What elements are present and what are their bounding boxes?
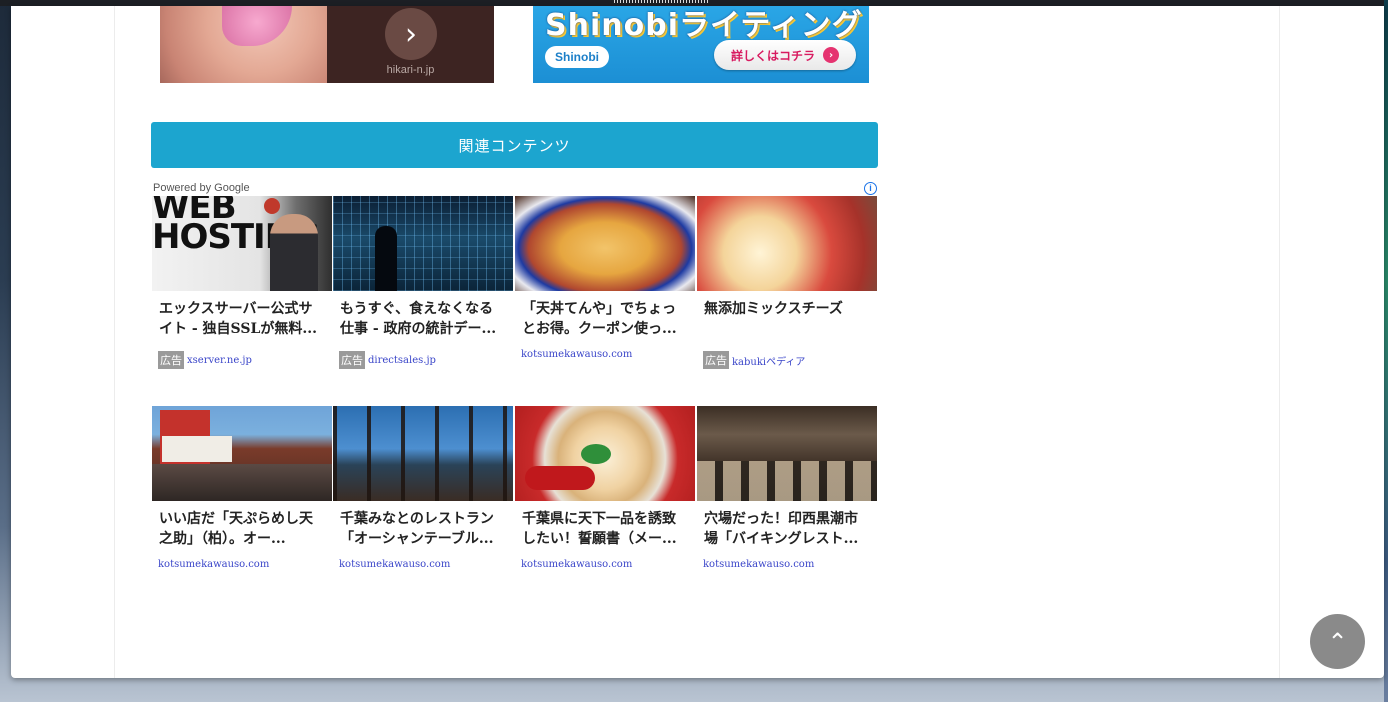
ad-domain: hikari-n.jp bbox=[386, 64, 435, 76]
powered-by-google: Powered by Google bbox=[153, 182, 250, 194]
related-item[interactable]: 千葉みなとのレストラン「オーシャンテーブル... kotsumekawauso.… bbox=[333, 406, 513, 570]
item-thumbnail[interactable] bbox=[515, 406, 695, 501]
item-thumbnail[interactable] bbox=[697, 406, 877, 501]
item-thumbnail[interactable] bbox=[333, 196, 513, 291]
ad-cta-label: 詳しくはコチラ bbox=[730, 48, 815, 63]
ad-image bbox=[160, 6, 327, 83]
related-item[interactable]: もうすぐ、食えなくなる仕事 - 政府の統計デー... 広告 directsale… bbox=[333, 196, 513, 369]
item-thumbnail[interactable] bbox=[697, 196, 877, 291]
item-thumbnail[interactable] bbox=[515, 196, 695, 291]
item-meta: kotsumekawauso.com bbox=[521, 349, 689, 360]
shinobi-logo: Shinobi bbox=[545, 46, 609, 68]
item-source[interactable]: kotsumekawauso.com bbox=[521, 349, 632, 360]
item-meta: kotsumekawauso.com bbox=[339, 559, 507, 570]
item-thumbnail[interactable] bbox=[152, 406, 332, 501]
ad-banner-hikari[interactable]: › hikari-n.jp bbox=[160, 6, 494, 83]
related-item[interactable]: いい店だ「天ぷらめし天之助」（柏）。オー... kotsumekawauso.c… bbox=[152, 406, 332, 570]
item-title[interactable]: 「天丼てんや」でちょっとお得。クーポン使っ... bbox=[522, 299, 688, 339]
content-column-border-left bbox=[114, 6, 115, 678]
related-item[interactable]: 「天丼てんや」でちょっとお得。クーポン使っ... kotsumekawauso.… bbox=[515, 196, 695, 360]
chevron-right-icon[interactable]: › bbox=[385, 8, 437, 60]
item-meta: kotsumekawauso.com bbox=[158, 559, 326, 570]
item-meta: 広告 xserver.ne.jp bbox=[158, 351, 326, 369]
item-source[interactable]: kabukiペディア bbox=[732, 353, 805, 368]
item-meta: 広告 kabukiペディア bbox=[703, 351, 871, 369]
item-meta: kotsumekawauso.com bbox=[703, 559, 871, 570]
ad-headline: Shinobiライティング bbox=[545, 8, 863, 43]
item-title[interactable]: 千葉県に天下一品を誘致したい！誓願書（メー... bbox=[522, 509, 688, 549]
related-item[interactable]: 無添加ミックスチーズ 広告 kabukiペディア bbox=[697, 196, 877, 369]
lightbulb-icon bbox=[264, 198, 280, 214]
related-item[interactable]: 穴場だった！印西黒潮市場「バイキングレスト... kotsumekawauso.… bbox=[697, 406, 877, 570]
item-title[interactable]: 無添加ミックスチーズ bbox=[704, 299, 870, 339]
item-source[interactable]: kotsumekawauso.com bbox=[703, 559, 814, 570]
item-source[interactable]: kotsumekawauso.com bbox=[158, 559, 269, 570]
item-title[interactable]: もうすぐ、食えなくなる仕事 - 政府の統計デー... bbox=[340, 299, 506, 339]
item-meta: kotsumekawauso.com bbox=[521, 559, 689, 570]
item-title[interactable]: 穴場だった！印西黒潮市場「バイキングレスト... bbox=[704, 509, 870, 549]
item-source[interactable]: directsales.jp bbox=[368, 355, 436, 366]
item-thumbnail[interactable]: WEB HOSTING bbox=[152, 196, 332, 291]
item-title[interactable]: 千葉みなとのレストラン「オーシャンテーブル... bbox=[340, 509, 506, 549]
item-source[interactable]: kotsumekawauso.com bbox=[339, 559, 450, 570]
desktop-background-edge bbox=[1384, 0, 1388, 702]
item-source[interactable]: xserver.ne.jp bbox=[187, 355, 252, 366]
info-icon[interactable]: i bbox=[864, 182, 877, 195]
ad-label: 広告 bbox=[158, 351, 184, 369]
item-thumbnail[interactable] bbox=[333, 406, 513, 501]
content-column-border-right bbox=[1279, 6, 1280, 678]
arrow-right-icon: › bbox=[823, 47, 839, 63]
related-contents-header: 関連コンテンツ bbox=[151, 122, 878, 168]
chevron-up-icon: ⌃ bbox=[1327, 627, 1348, 656]
item-source[interactable]: kotsumekawauso.com bbox=[521, 559, 632, 570]
drag-handle[interactable] bbox=[614, 0, 710, 3]
ad-banner-shinobi[interactable]: Shinobiライティング Shinobi 詳しくはコチラ › bbox=[533, 6, 869, 83]
browser-page: › hikari-n.jp Shinobiライティング Shinobi 詳しくは… bbox=[11, 6, 1384, 678]
item-meta: 広告 directsales.jp bbox=[339, 351, 507, 369]
ad-cta-button[interactable]: 詳しくはコチラ › bbox=[714, 40, 856, 70]
item-title[interactable]: いい店だ「天ぷらめし天之助」（柏）。オー... bbox=[159, 509, 325, 549]
item-title[interactable]: エックスサーバー公式サイト - 独自SSLが無料... bbox=[159, 299, 325, 339]
back-to-top-button[interactable]: ⌃ bbox=[1310, 614, 1365, 669]
ad-label: 広告 bbox=[703, 351, 729, 369]
related-item[interactable]: 千葉県に天下一品を誘致したい！誓願書（メー... kotsumekawauso.… bbox=[515, 406, 695, 570]
ad-label: 広告 bbox=[339, 351, 365, 369]
related-item[interactable]: WEB HOSTING エックスサーバー公式サイト - 独自SSLが無料... … bbox=[152, 196, 332, 369]
